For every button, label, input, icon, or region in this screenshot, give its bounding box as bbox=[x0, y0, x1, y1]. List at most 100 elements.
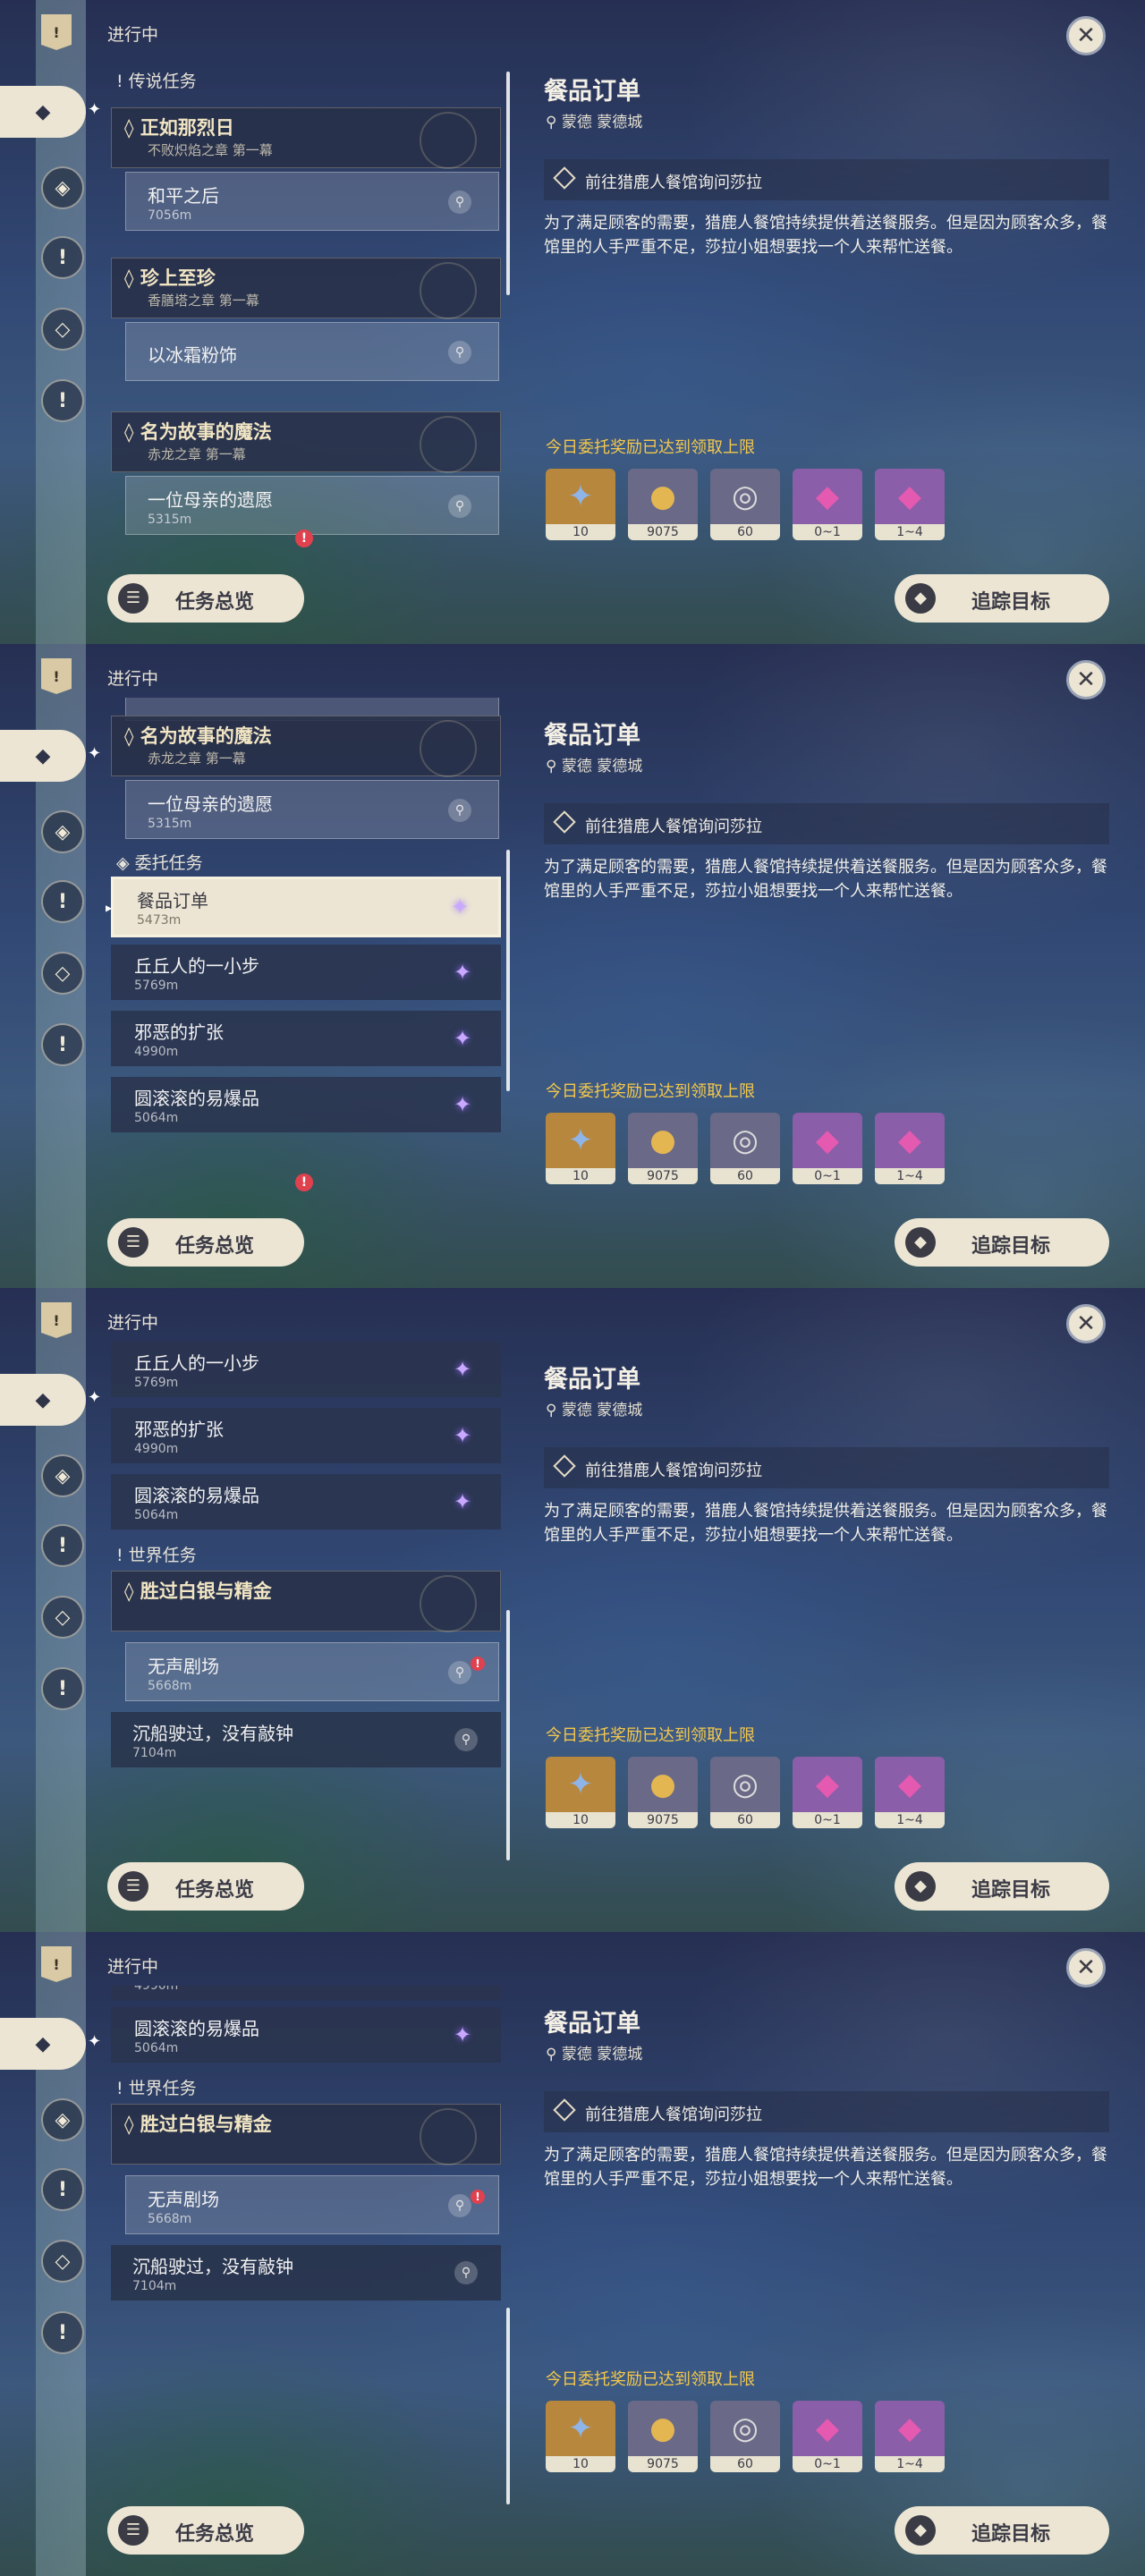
list-scrollbar[interactable] bbox=[506, 2308, 510, 2504]
map-pin-icon[interactable]: ⚲ bbox=[454, 2261, 478, 2284]
archon-quest-tab-icon[interactable]: ◈ bbox=[41, 2098, 84, 2141]
map-pin-icon[interactable]: ⚲ bbox=[448, 1661, 471, 1684]
quest-step-row[interactable]: 一位母亲的遗愿 5315m ⚲ bbox=[125, 476, 499, 535]
commission-distance: 5064m bbox=[134, 2041, 179, 2055]
quest-step-row[interactable]: 无声剧场 5668m ⚲ bbox=[125, 1642, 499, 1701]
quest-card[interactable]: ◊ 胜过白银与精金 bbox=[111, 1571, 501, 1632]
reward-mora[interactable]: ● 9075 bbox=[628, 469, 698, 540]
world-quest-tab-icon[interactable]: ! bbox=[41, 1023, 84, 1066]
map-pin-icon[interactable]: ⚲ bbox=[448, 799, 471, 822]
commission-row[interactable]: 邪恶的扩张 4990m ✦ bbox=[111, 1408, 501, 1463]
step-title: 以冰霜粉饰 bbox=[148, 344, 237, 366]
commission-row[interactable]: 圆滚滚的易爆品 5064m ✦ bbox=[111, 2007, 501, 2063]
commission-row[interactable]: 圆滚滚的易爆品 5064m ✦ bbox=[111, 1474, 501, 1530]
commission-row-selected[interactable]: ▶ 餐品订单 5473m ✦ bbox=[106, 877, 501, 937]
track-target-button[interactable]: ◆ 追踪目标 bbox=[895, 574, 1109, 623]
world-quest-tab-icon[interactable]: ! bbox=[41, 2311, 84, 2354]
reward-companionship-exp[interactable]: ◎ 60 bbox=[710, 1113, 780, 1184]
quest-step-row[interactable]: 和平之后 7056m ⚲ bbox=[125, 172, 499, 231]
reward-crystal-chunk[interactable]: ◆ 0~1 bbox=[793, 2401, 862, 2472]
legend-quest-tab-icon[interactable]: ◆ bbox=[0, 1374, 86, 1426]
quest-step-row[interactable]: 无声剧场 5668m ⚲ bbox=[125, 2175, 499, 2234]
reward-companionship-exp[interactable]: ◎ 60 bbox=[710, 469, 780, 540]
quest-book-icon[interactable]: ! bbox=[41, 1946, 72, 1982]
quest-overview-button[interactable]: ☰ 任务总览 bbox=[107, 1862, 304, 1911]
reward-adventure-exp[interactable]: ✦ 10 bbox=[546, 469, 615, 540]
quest-step-row[interactable]: 一位母亲的遗愿 5315m ⚲ bbox=[125, 780, 499, 839]
reward-mora[interactable]: ● 9075 bbox=[628, 1113, 698, 1184]
quest-card[interactable]: ◊ 正如那烈日 不败炽焰之章 第一幕 bbox=[111, 107, 501, 169]
exclamation-tab-icon[interactable]: ! bbox=[41, 880, 84, 923]
quest-list[interactable]: ! 传说任务 ◊ 正如那烈日 不败炽焰之章 第一幕 和平之后 7056m ⚲ ◊… bbox=[106, 54, 501, 547]
quest-step-row[interactable]: 以冰霜粉饰 ⚲ bbox=[125, 322, 499, 381]
list-scrollbar[interactable] bbox=[506, 850, 510, 1091]
list-scrollbar[interactable] bbox=[506, 1610, 510, 1860]
quest-list[interactable]: 4990m 圆滚滚的易爆品 5064m ✦ ! 世界任务 ◊ 胜过白银与精金 无… bbox=[106, 1986, 501, 2479]
quest-card[interactable]: ◊ 名为故事的魔法 赤龙之章 第一幕 bbox=[111, 716, 501, 777]
archon-quest-tab-icon[interactable]: ◈ bbox=[41, 1454, 84, 1497]
reward-crystal-chunk[interactable]: ◆ 0~1 bbox=[793, 1113, 862, 1184]
world-quest-row[interactable]: 沉船驶过，没有敲钟 7104m ⚲ bbox=[111, 2245, 501, 2301]
quest-book-icon[interactable]: ! bbox=[41, 658, 72, 694]
close-button[interactable]: ✕ bbox=[1066, 1304, 1106, 1343]
quest-overview-button[interactable]: ☰ 任务总览 bbox=[107, 574, 304, 623]
chapter-emblem-icon bbox=[420, 1575, 477, 1632]
map-pin-icon[interactable]: ⚲ bbox=[454, 1728, 478, 1751]
exclamation-tab-icon[interactable]: ! bbox=[41, 236, 84, 279]
reward-crystal-chunk-2[interactable]: ◆ 1~4 bbox=[875, 1113, 945, 1184]
legend-quest-tab-icon[interactable]: ◆ bbox=[0, 730, 86, 782]
quest-list[interactable]: 丘丘人的一小步 5769m ✦ 邪恶的扩张 4990m ✦ 圆滚滚的易爆品 50… bbox=[106, 1342, 501, 1835]
archon-quest-tab-icon[interactable]: ◈ bbox=[41, 166, 84, 209]
reward-crystal-chunk-2[interactable]: ◆ 1~4 bbox=[875, 469, 945, 540]
reward-mora[interactable]: ● 9075 bbox=[628, 2401, 698, 2472]
quest-book-icon[interactable]: ! bbox=[41, 14, 72, 50]
close-button[interactable]: ✕ bbox=[1066, 660, 1106, 699]
quest-card[interactable]: ◊ 胜过白银与精金 bbox=[111, 2104, 501, 2165]
exclamation-tab-icon[interactable]: ! bbox=[41, 1524, 84, 1567]
track-target-button[interactable]: ◆ 追踪目标 bbox=[895, 1862, 1109, 1911]
quest-book-icon[interactable]: ! bbox=[41, 1302, 72, 1338]
track-target-button[interactable]: ◆ 追踪目标 bbox=[895, 1218, 1109, 1267]
map-pin-icon[interactable]: ⚲ bbox=[448, 495, 471, 518]
reward-crystal-chunk[interactable]: ◆ 0~1 bbox=[793, 1757, 862, 1828]
quest-list[interactable]: ◊ 名为故事的魔法 赤龙之章 第一幕 一位母亲的遗愿 5315m ⚲ ◈ 委托任… bbox=[106, 698, 501, 1191]
list-scrollbar[interactable] bbox=[506, 72, 510, 295]
world-quest-tab-icon[interactable]: ! bbox=[41, 379, 84, 422]
quest-overview-button[interactable]: ☰ 任务总览 bbox=[107, 2506, 304, 2555]
commission-row[interactable]: 邪恶的扩张 4990m ✦ bbox=[111, 1011, 501, 1066]
commission-tab-icon[interactable]: ◇ bbox=[41, 308, 84, 351]
reward-adventure-exp[interactable]: ✦ 10 bbox=[546, 2401, 615, 2472]
reward-mora[interactable]: ● 9075 bbox=[628, 1757, 698, 1828]
commission-row[interactable]: 丘丘人的一小步 5769m ✦ bbox=[111, 1342, 501, 1397]
quest-overview-button[interactable]: ☰ 任务总览 bbox=[107, 1218, 304, 1267]
commission-row[interactable]: 4990m bbox=[111, 1986, 501, 2000]
map-pin-icon[interactable]: ⚲ bbox=[448, 2194, 471, 2217]
map-pin-icon[interactable]: ⚲ bbox=[448, 191, 471, 214]
reward-crystal-chunk-2[interactable]: ◆ 1~4 bbox=[875, 1757, 945, 1828]
reward-crystal-chunk[interactable]: ◆ 0~1 bbox=[793, 469, 862, 540]
track-target-button[interactable]: ◆ 追踪目标 bbox=[895, 2506, 1109, 2555]
commission-row[interactable]: 丘丘人的一小步 5769m ✦ bbox=[111, 945, 501, 1000]
legend-quest-tab-icon[interactable]: ◆ bbox=[0, 2018, 86, 2070]
map-pin-icon[interactable]: ⚲ bbox=[448, 341, 471, 364]
reward-companionship-exp[interactable]: ◎ 60 bbox=[710, 2401, 780, 2472]
overview-label: 任务总览 bbox=[175, 1235, 255, 1258]
reward-companionship-exp[interactable]: ◎ 60 bbox=[710, 1757, 780, 1828]
quest-chapter: 赤龙之章 第一幕 bbox=[148, 446, 246, 462]
commission-tab-icon[interactable]: ◇ bbox=[41, 1596, 84, 1639]
quest-card[interactable]: ◊ 名为故事的魔法 赤龙之章 第一幕 bbox=[111, 411, 501, 473]
commission-row[interactable]: 圆滚滚的易爆品 5064m ✦ bbox=[111, 1077, 501, 1132]
quest-card[interactable]: ◊ 珍上至珍 香膳塔之章 第一幕 bbox=[111, 258, 501, 319]
commission-tab-icon[interactable]: ◇ bbox=[41, 952, 84, 995]
close-button[interactable]: ✕ bbox=[1066, 1948, 1106, 1987]
commission-tab-icon[interactable]: ◇ bbox=[41, 2240, 84, 2283]
world-quest-row[interactable]: 沉船驶过，没有敲钟 7104m ⚲ bbox=[111, 1712, 501, 1767]
reward-adventure-exp[interactable]: ✦ 10 bbox=[546, 1113, 615, 1184]
world-quest-tab-icon[interactable]: ! bbox=[41, 1667, 84, 1710]
legend-quest-tab-icon[interactable]: ◆ bbox=[0, 86, 86, 138]
exclamation-tab-icon[interactable]: ! bbox=[41, 2168, 84, 2211]
archon-quest-tab-icon[interactable]: ◈ bbox=[41, 810, 84, 853]
close-button[interactable]: ✕ bbox=[1066, 16, 1106, 55]
reward-adventure-exp[interactable]: ✦ 10 bbox=[546, 1757, 615, 1828]
reward-crystal-chunk-2[interactable]: ◆ 1~4 bbox=[875, 2401, 945, 2472]
